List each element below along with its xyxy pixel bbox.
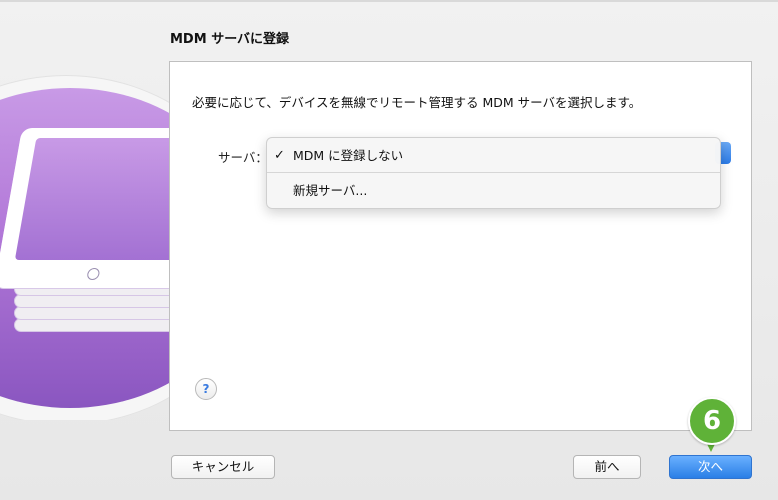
dialog-title: MDM サーバに登録: [170, 32, 290, 47]
menu-divider: [267, 172, 720, 173]
menu-item-no-mdm[interactable]: ✓ MDM に登録しない: [267, 141, 720, 171]
tablet-home-button: [86, 268, 101, 280]
menu-item-label: 新規サーバ...: [293, 183, 368, 198]
menu-item-new-server[interactable]: 新規サーバ...: [267, 176, 720, 206]
checkmark-icon: ✓: [274, 148, 285, 163]
server-label: サーバ：: [218, 150, 268, 165]
back-button[interactable]: 前へ: [573, 455, 641, 479]
next-button[interactable]: 次へ: [669, 455, 752, 479]
menu-item-label: MDM に登録しない: [293, 148, 404, 163]
content-panel: 必要に応じて、デバイスを無線でリモート管理する MDM サーバを選択します。 サ…: [169, 61, 752, 431]
step-marker: 6: [688, 397, 736, 445]
server-dropdown-menu: ✓ MDM に登録しない 新規サーバ...: [266, 137, 721, 209]
description-text: 必要に応じて、デバイスを無線でリモート管理する MDM サーバを選択します。: [192, 95, 642, 110]
cancel-button[interactable]: キャンセル: [171, 455, 275, 479]
help-button[interactable]: ?: [195, 378, 217, 400]
